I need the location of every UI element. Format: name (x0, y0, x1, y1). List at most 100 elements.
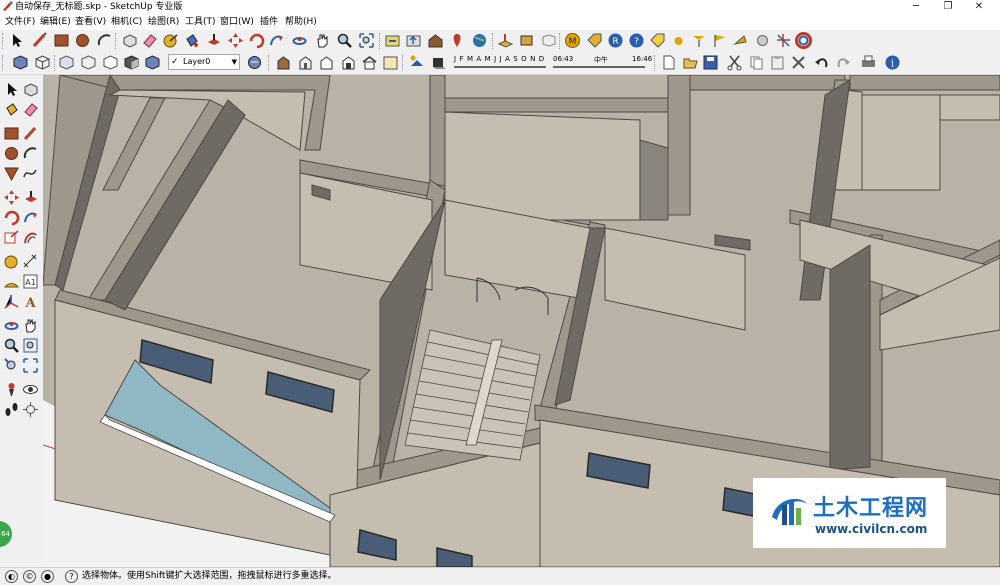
menu-help[interactable]: 帮助(H) (285, 14, 317, 30)
wireframe-box-icon[interactable] (34, 54, 51, 71)
menu-edit[interactable]: 编辑(E) (40, 14, 71, 30)
zoom-extents-icon[interactable] (358, 32, 375, 49)
paint-bucket-icon[interactable] (3, 101, 20, 118)
circle-tool-icon[interactable] (3, 145, 20, 162)
offset-tool-icon[interactable] (22, 229, 39, 246)
menu-draw[interactable]: 绘图(R) (148, 14, 179, 30)
scale-tool-icon[interactable] (3, 229, 20, 246)
eraser-tool-icon[interactable] (22, 101, 39, 118)
circle-tool-icon[interactable] (74, 32, 91, 49)
axes-tool-icon[interactable] (3, 293, 20, 310)
push-pull-icon[interactable] (22, 189, 39, 206)
eraser-tool-icon[interactable] (141, 32, 158, 49)
menu-file[interactable]: 文件(F) (5, 14, 35, 30)
geolocation-icon[interactable]: ◐ (5, 570, 18, 583)
plugin-dot-icon[interactable] (670, 32, 687, 49)
walk-tool-icon[interactable] (3, 401, 20, 418)
top-view-icon[interactable] (318, 54, 335, 71)
section-plane-icon[interactable] (540, 32, 557, 49)
text-tool-icon[interactable]: A1 (22, 273, 39, 290)
wireframe-style-icon[interactable] (80, 54, 97, 71)
user-icon[interactable]: ● (41, 570, 54, 583)
layer-manager-icon[interactable] (246, 54, 263, 71)
minimize-icon[interactable]: ─ (902, 0, 930, 14)
cut-icon[interactable] (726, 54, 743, 71)
copy-icon[interactable] (748, 54, 765, 71)
plugin-label-icon[interactable] (649, 32, 666, 49)
tape-measure-icon[interactable] (162, 32, 179, 49)
model-info-icon[interactable]: i (884, 54, 901, 71)
menu-window[interactable]: 窗口(W) (220, 14, 254, 30)
add-location-icon[interactable] (449, 32, 466, 49)
follow-me-icon[interactable] (22, 209, 39, 226)
close-icon[interactable]: ✕ (965, 0, 993, 14)
push-pull-icon[interactable] (205, 32, 222, 49)
menu-view[interactable]: 查看(V) (75, 14, 106, 30)
open-file-icon[interactable] (682, 54, 699, 71)
shaded-style-icon[interactable] (123, 54, 140, 71)
line-tool-icon[interactable] (31, 32, 48, 49)
new-file-icon[interactable] (660, 54, 677, 71)
shadow-time-panel[interactable]: J F M A M J J A S O N D 06:43 中午 16:46 (450, 54, 652, 72)
3d-text-icon[interactable]: A (22, 293, 39, 310)
shadow-toggle-icon[interactable] (430, 54, 447, 71)
arc-tool-icon[interactable] (96, 32, 113, 49)
move-tool-icon[interactable] (3, 189, 20, 206)
move-tool-icon[interactable] (227, 32, 244, 49)
polygon-tool-icon[interactable] (3, 165, 20, 182)
time-slider[interactable] (553, 66, 645, 68)
paint-bucket-icon[interactable] (183, 32, 200, 49)
plugin-sphere-icon[interactable] (754, 32, 771, 49)
protractor-icon[interactable] (3, 273, 20, 290)
rectangle-tool-icon[interactable] (53, 32, 70, 49)
print-icon[interactable] (860, 54, 877, 71)
date-slider[interactable] (454, 66, 546, 68)
orbit-tool-icon[interactable] (3, 317, 20, 334)
iso-view-icon[interactable] (12, 54, 29, 71)
undo-icon[interactable] (813, 54, 830, 71)
position-camera-icon[interactable] (3, 381, 20, 398)
back-view-icon[interactable] (297, 54, 314, 71)
dimension-tool-icon[interactable] (22, 253, 39, 270)
line-tool-icon[interactable] (22, 125, 39, 142)
textured-style-icon[interactable] (144, 54, 161, 71)
select-tool-icon[interactable] (3, 81, 20, 98)
plugin-m-icon[interactable]: M (564, 32, 581, 49)
redo-icon[interactable] (835, 54, 852, 71)
google-earth-icon[interactable] (471, 32, 488, 49)
plugin-tag-icon[interactable] (586, 32, 603, 49)
share-model-icon[interactable] (405, 32, 422, 49)
color-wheel-icon[interactable] (795, 32, 812, 49)
menu-tools[interactable]: 工具(T) (185, 14, 216, 30)
menu-camera[interactable]: 相机(C) (111, 14, 142, 30)
follow-me-icon[interactable] (268, 32, 285, 49)
zoom-tool-icon[interactable] (3, 337, 20, 354)
front-view-icon[interactable] (275, 54, 292, 71)
plugin-arrow-icon[interactable] (732, 32, 749, 49)
make-component-icon[interactable] (22, 81, 39, 98)
xray-style-icon[interactable] (58, 54, 75, 71)
dynamic-component-icon[interactable] (518, 32, 535, 49)
help-icon[interactable]: ? (65, 570, 78, 583)
plugin-flag-icon[interactable] (711, 32, 728, 49)
extension-badge[interactable]: 64 (0, 521, 12, 547)
previous-view-icon[interactable] (3, 357, 20, 374)
orbit-tool-icon[interactable] (291, 32, 308, 49)
section-plane-icon[interactable] (22, 401, 39, 418)
pan-tool-icon[interactable] (314, 32, 331, 49)
make-component-icon[interactable] (121, 32, 138, 49)
paste-icon[interactable] (769, 54, 786, 71)
help-circle-icon[interactable]: ? (628, 32, 645, 49)
sandbox-icon[interactable] (497, 32, 514, 49)
maximize-icon[interactable]: ❐ (934, 0, 962, 14)
look-around-icon[interactable] (22, 381, 39, 398)
credits-icon[interactable]: © (23, 570, 36, 583)
bottom-view-icon[interactable] (382, 54, 399, 71)
tape-measure-icon[interactable] (3, 253, 20, 270)
pan-tool-icon[interactable] (22, 317, 39, 334)
get-models-icon[interactable] (384, 32, 401, 49)
plugin-r-icon[interactable]: R (607, 32, 624, 49)
rectangle-tool-icon[interactable] (3, 125, 20, 142)
menu-plugins[interactable]: 插件 (260, 14, 278, 30)
zoom-window-icon[interactable] (22, 337, 39, 354)
